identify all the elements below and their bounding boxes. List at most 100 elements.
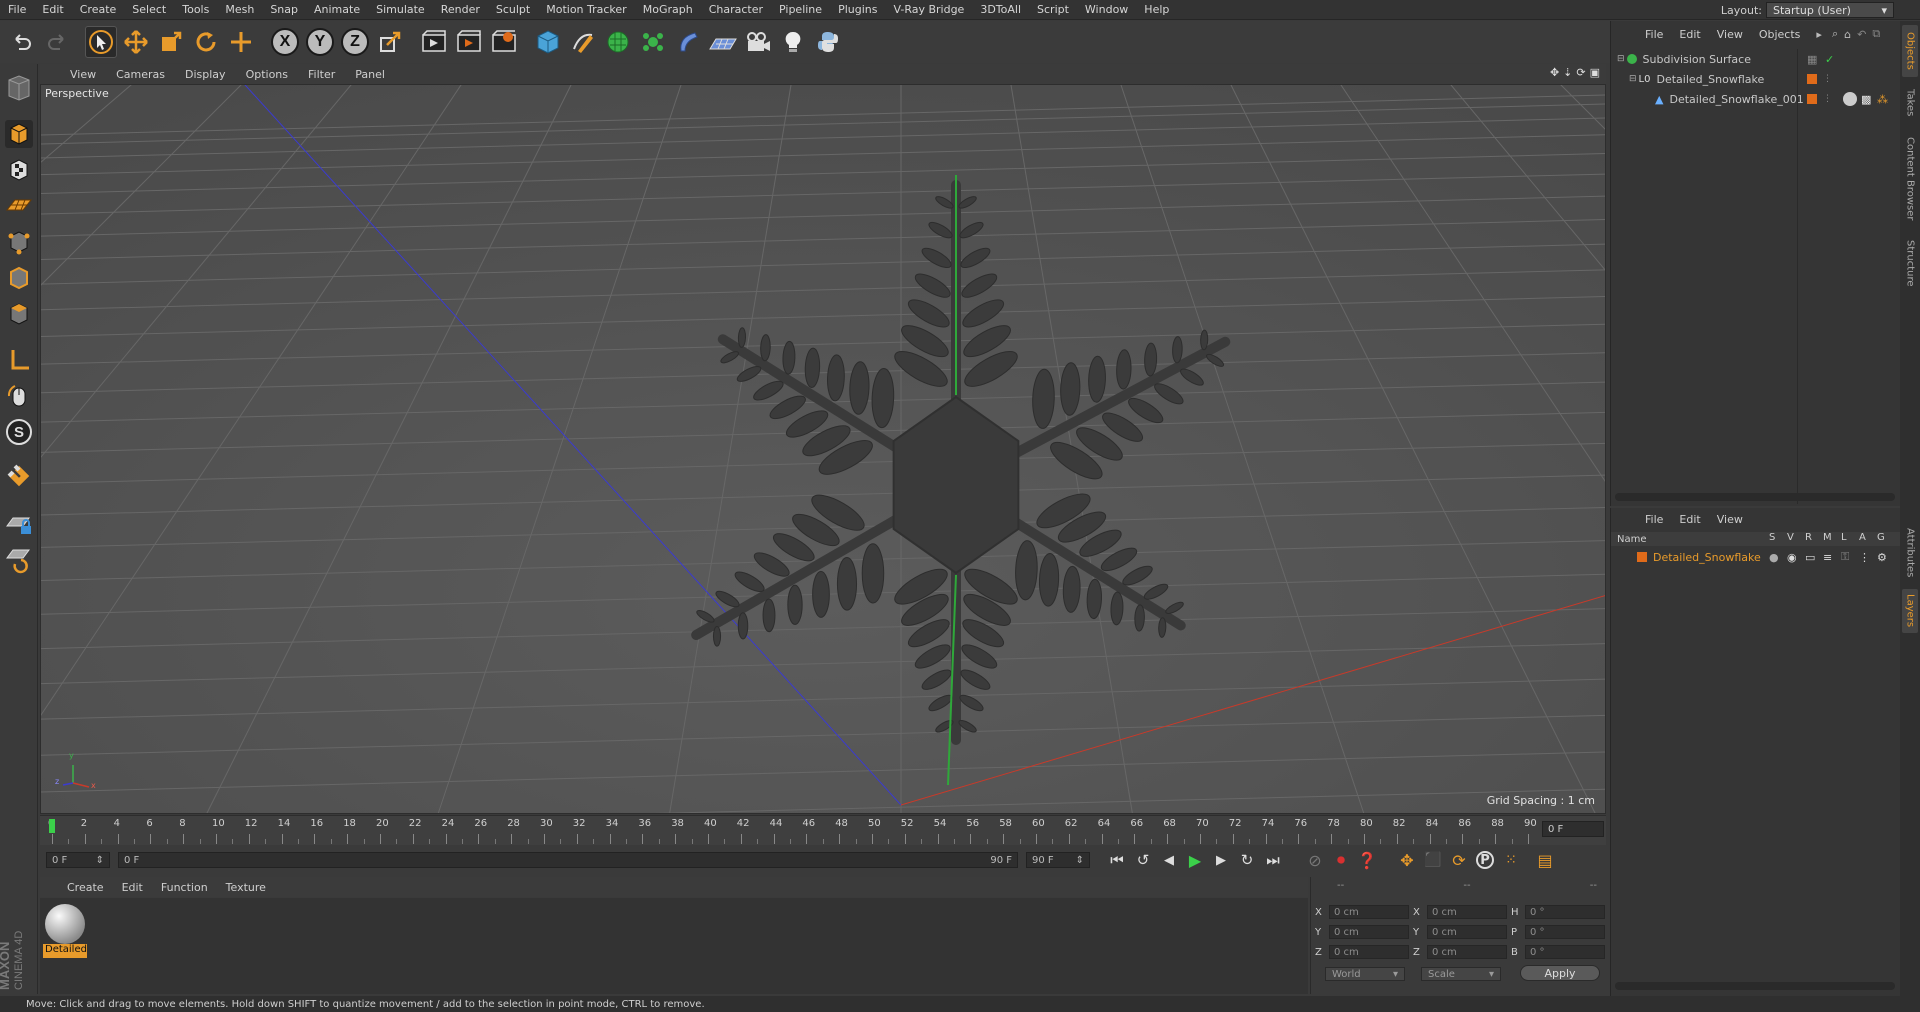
texture-mode-button[interactable] xyxy=(3,154,35,186)
start-frame-field[interactable]: 0 F ⇕ xyxy=(46,852,110,868)
playhead[interactable] xyxy=(49,819,55,833)
visibility-dots-icon[interactable]: ⋮ xyxy=(1823,94,1832,104)
menu-mesh[interactable]: Mesh xyxy=(217,3,262,16)
timeline-ruler[interactable]: 0246810121416182022242628303234363840424… xyxy=(40,815,1606,845)
planar-workplane-button[interactable] xyxy=(3,544,35,576)
tab-layers[interactable]: Layers xyxy=(1902,589,1918,633)
menu-animate[interactable]: Animate xyxy=(306,3,368,16)
view-eye-icon[interactable]: ◉ xyxy=(1787,551,1797,564)
key-position-button[interactable]: ✥ xyxy=(1394,848,1420,872)
tweak-mode-button[interactable] xyxy=(3,380,35,412)
object-menu-edit[interactable]: Edit xyxy=(1671,28,1708,41)
magnet-button[interactable] xyxy=(3,462,35,494)
tab-structure[interactable]: Structure xyxy=(1902,233,1918,293)
next-key-button[interactable]: ↻ xyxy=(1234,848,1260,872)
material-name-label[interactable]: Detailed xyxy=(43,944,87,958)
menu-plugins[interactable]: Plugins xyxy=(830,3,885,16)
position-y-field[interactable]: 0 cm xyxy=(1329,925,1409,939)
material-menu-edit[interactable]: Edit xyxy=(113,881,152,894)
menu-sculpt[interactable]: Sculpt xyxy=(488,3,538,16)
layer-menu-view[interactable]: View xyxy=(1709,513,1751,526)
tab-content-browser[interactable]: Content Browser xyxy=(1902,129,1918,229)
previous-frame-button[interactable]: ◀ xyxy=(1156,848,1182,872)
python-button[interactable] xyxy=(812,26,844,58)
autokey-button[interactable]: ⏺ xyxy=(1328,848,1354,872)
viewport[interactable]: y z x Perspective Grid Spacing : 1 cm xyxy=(40,84,1606,814)
size-y-field[interactable]: 0 cm xyxy=(1427,925,1507,939)
object-row-detailed-snowflake-001[interactable]: ▲ Detailed_Snowflake_001 ⋮ ▩ ⁂ xyxy=(1611,89,1901,109)
collapse-icon[interactable]: ⊟ xyxy=(1629,74,1637,84)
layer-manager-scrollbar[interactable] xyxy=(1615,982,1895,990)
menu-help[interactable]: Help xyxy=(1136,3,1177,16)
timeline-layout-button[interactable]: ▤ xyxy=(1532,848,1558,872)
object-menu-view[interactable]: View xyxy=(1709,28,1751,41)
render-picture-viewer-button[interactable] xyxy=(453,26,485,58)
next-frame-button[interactable]: ▶ xyxy=(1208,848,1234,872)
menu-script[interactable]: Script xyxy=(1029,3,1077,16)
viewport-menu-options[interactable]: Options xyxy=(236,68,298,81)
back-icon[interactable]: ↶ xyxy=(1857,28,1866,41)
go-to-end-button[interactable]: ⏭ xyxy=(1260,848,1286,872)
position-x-field[interactable]: 0 cm xyxy=(1329,905,1409,919)
subdivision-surface-button[interactable] xyxy=(602,26,634,58)
cube-primitive-button[interactable] xyxy=(532,26,564,58)
render-icon[interactable]: ▭ xyxy=(1805,551,1815,564)
axis-x-button[interactable]: X xyxy=(269,26,301,58)
key-pla-button[interactable]: ⁙ xyxy=(1498,848,1524,872)
dolly-view-icon[interactable]: ⇣ xyxy=(1563,66,1572,79)
material-tag-icon[interactable] xyxy=(1843,92,1857,106)
select-tool-button[interactable] xyxy=(85,26,117,58)
generator-icon[interactable]: ⚙ xyxy=(1877,551,1887,564)
key-rotation-button[interactable]: ⟳ xyxy=(1446,848,1472,872)
rotate-tool-button[interactable] xyxy=(190,26,222,58)
camera-button[interactable] xyxy=(742,26,774,58)
key-scale-button[interactable]: ⬛ xyxy=(1420,848,1446,872)
coordinate-system-button[interactable] xyxy=(374,26,406,58)
pan-view-icon[interactable]: ✥ xyxy=(1550,66,1559,79)
size-mode-dropdown[interactable]: Scale ▾ xyxy=(1421,967,1501,981)
menu-snap[interactable]: Snap xyxy=(262,3,306,16)
locked-workplane-button[interactable] xyxy=(3,508,35,540)
scale-tool-button[interactable] xyxy=(155,26,187,58)
frame-range-slider[interactable]: 0 F 90 F xyxy=(118,852,1018,868)
layout-dropdown[interactable]: Startup (User) ▾ xyxy=(1766,2,1894,18)
viewport-menu-view[interactable]: View xyxy=(60,68,106,81)
object-row-detailed-snowflake[interactable]: ⊟ L0 Detailed_Snowflake ⋮ xyxy=(1611,69,1901,89)
object-menu-objects[interactable]: Objects xyxy=(1751,28,1809,41)
layer-color-tag[interactable] xyxy=(1807,74,1817,84)
object-manager-scrollbar[interactable] xyxy=(1615,493,1895,501)
cloner-button[interactable] xyxy=(637,26,669,58)
visibility-dots-icon[interactable]: ⋮ xyxy=(1823,74,1832,84)
snapping-button[interactable]: S xyxy=(3,416,35,448)
menu-simulate[interactable]: Simulate xyxy=(368,3,433,16)
keyframe-selection-button[interactable]: ❓ xyxy=(1354,848,1380,872)
light-button[interactable] xyxy=(777,26,809,58)
rotation-b-field[interactable]: 0 ° xyxy=(1525,945,1605,959)
play-button[interactable]: ▶ xyxy=(1182,848,1208,872)
current-frame-field[interactable]: 0 F xyxy=(1542,821,1604,837)
viewport-menu-filter[interactable]: Filter xyxy=(298,68,345,81)
menu-select[interactable]: Select xyxy=(124,3,174,16)
workplane-mode-button[interactable] xyxy=(3,190,35,222)
menu-edit[interactable]: Edit xyxy=(34,3,71,16)
viewport-menu-cameras[interactable]: Cameras xyxy=(106,68,175,81)
collapse-icon[interactable]: ⊟ xyxy=(1617,54,1625,64)
menu-mograph[interactable]: MoGraph xyxy=(635,3,701,16)
key-parameter-button[interactable]: P xyxy=(1472,848,1498,872)
menu-window[interactable]: Window xyxy=(1077,3,1136,16)
maximize-view-icon[interactable]: ▣ xyxy=(1590,66,1600,79)
record-keys-button[interactable]: ⊘ xyxy=(1302,848,1328,872)
tab-takes[interactable]: Takes xyxy=(1902,81,1918,125)
object-menu-file[interactable]: File xyxy=(1637,28,1671,41)
layer-menu-file[interactable]: File xyxy=(1637,513,1671,526)
new-window-icon[interactable]: ⧉ xyxy=(1872,27,1880,41)
visibility-icon[interactable]: ▦ xyxy=(1807,53,1817,66)
enabled-check-icon[interactable]: ✓ xyxy=(1825,53,1834,66)
axis-y-button[interactable]: Y xyxy=(304,26,336,58)
menu-motion-tracker[interactable]: Motion Tracker xyxy=(538,3,634,16)
menu-file[interactable]: File xyxy=(0,3,34,16)
edges-mode-button[interactable] xyxy=(3,262,35,294)
end-frame-field[interactable]: 90 F ⇕ xyxy=(1026,852,1090,868)
object-row-subdivision-surface[interactable]: ⊟ Subdivision Surface ▦ ✓ xyxy=(1611,49,1901,69)
points-mode-button[interactable] xyxy=(3,226,35,258)
